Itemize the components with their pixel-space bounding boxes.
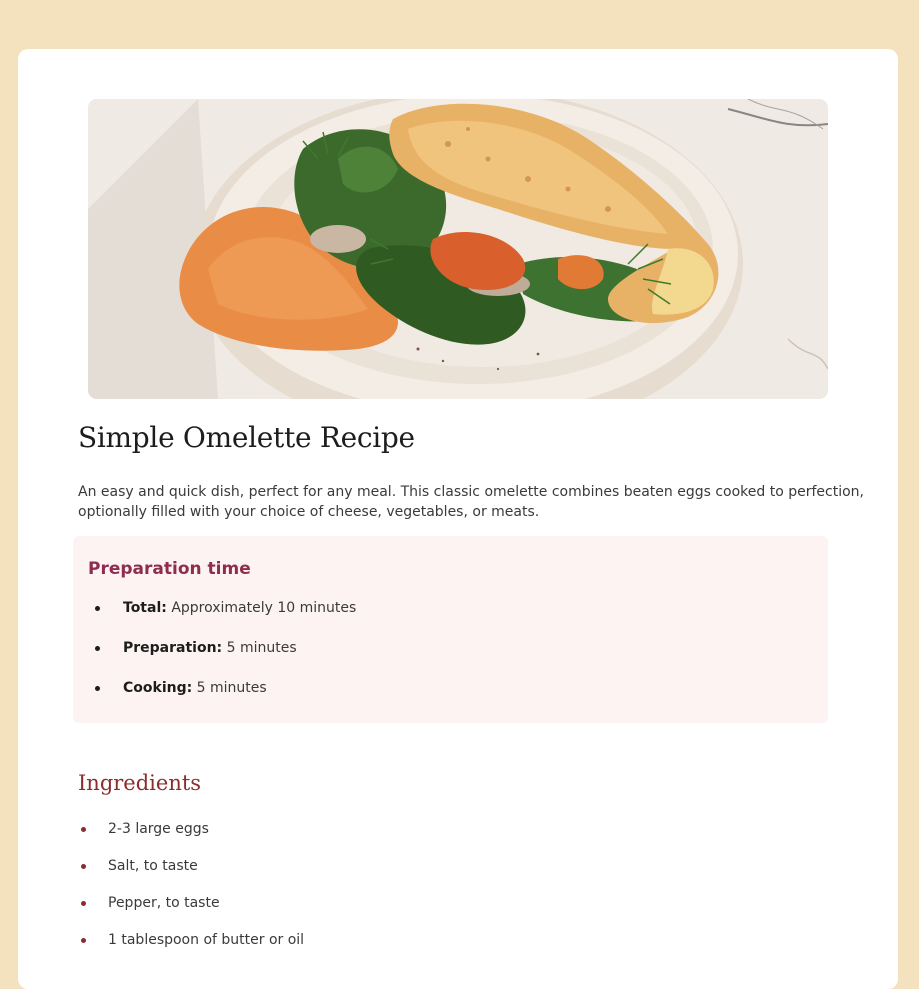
- prep-total-value: Approximately 10 minutes: [171, 600, 357, 616]
- omelette-photo: [88, 99, 828, 399]
- recipe-description: An easy and quick dish, perfect for any …: [78, 484, 865, 520]
- preparation-time-box: Preparation time Total: Approximately 10…: [73, 536, 828, 723]
- prep-preparation-label: Preparation:: [123, 640, 223, 656]
- ingredients-heading: Ingredients: [78, 771, 202, 795]
- prep-cooking-label: Cooking:: [123, 680, 193, 696]
- prep-cooking-value: 5 minutes: [196, 680, 267, 696]
- list-item: Salt, to taste: [78, 854, 304, 891]
- recipe-card: Simple Omelette Recipe An easy and quick…: [18, 49, 898, 989]
- list-item: 2-3 large eggs: [78, 817, 304, 854]
- list-item: Preparation: 5 minutes: [73, 636, 356, 676]
- recipe-title: Simple Omelette Recipe: [78, 421, 415, 454]
- list-item: Total: Approximately 10 minutes: [73, 596, 356, 636]
- list-item: Cooking: 5 minutes: [73, 676, 356, 716]
- ingredients-list: 2-3 large eggs Salt, to taste Pepper, to…: [78, 817, 304, 965]
- prep-total-label: Total:: [123, 600, 167, 616]
- preparation-time-heading: Preparation time: [88, 559, 251, 579]
- preparation-time-list: Total: Approximately 10 minutes Preparat…: [73, 596, 356, 716]
- list-item: Pepper, to taste: [78, 891, 304, 928]
- list-item: 1 tablespoon of butter or oil: [78, 928, 304, 965]
- prep-preparation-value: 5 minutes: [226, 640, 297, 656]
